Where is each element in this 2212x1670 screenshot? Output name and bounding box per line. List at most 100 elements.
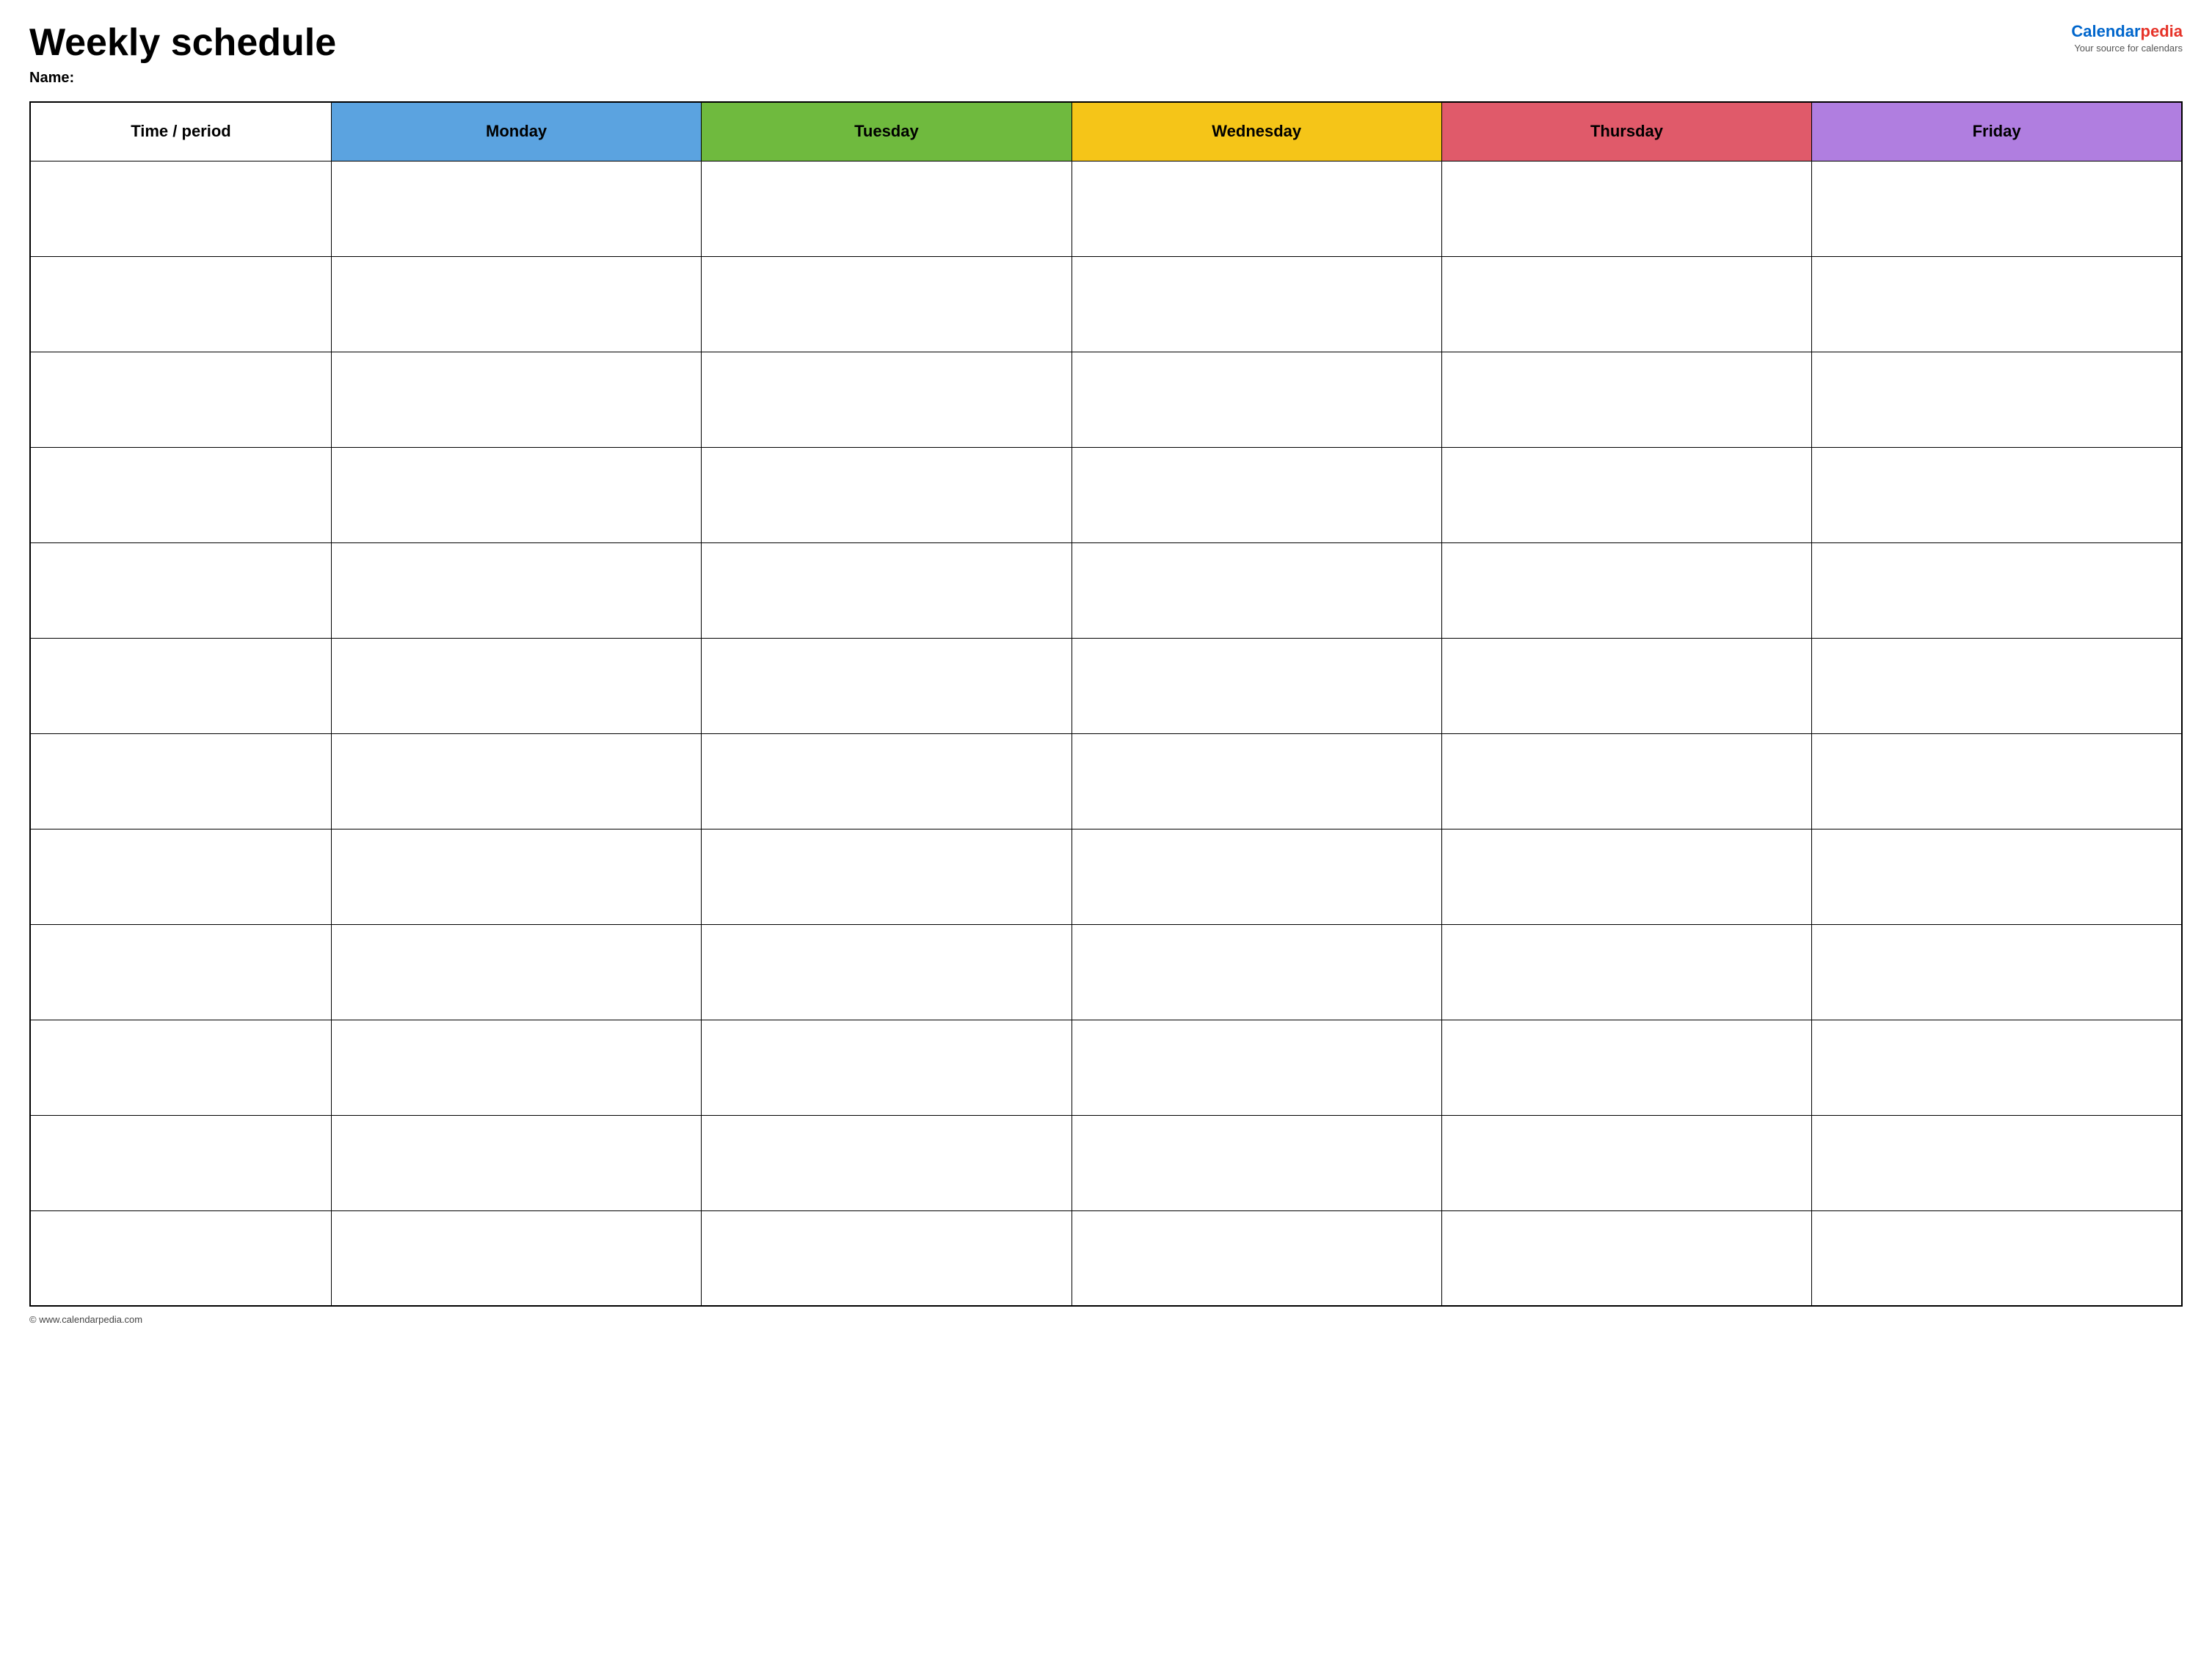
time-cell[interactable] bbox=[30, 829, 331, 924]
table-row bbox=[30, 1020, 2182, 1115]
schedule-cell[interactable] bbox=[1072, 733, 1441, 829]
copyright-text: © www.calendarpedia.com bbox=[29, 1314, 142, 1325]
schedule-cell[interactable] bbox=[1441, 1210, 1811, 1306]
time-cell[interactable] bbox=[30, 542, 331, 638]
schedule-cell[interactable] bbox=[331, 1115, 701, 1210]
table-row bbox=[30, 638, 2182, 733]
schedule-cell[interactable] bbox=[1072, 1210, 1441, 1306]
schedule-cell[interactable] bbox=[1441, 542, 1811, 638]
schedule-cell[interactable] bbox=[702, 638, 1072, 733]
time-cell[interactable] bbox=[30, 924, 331, 1020]
schedule-cell[interactable] bbox=[1812, 542, 2182, 638]
schedule-cell[interactable] bbox=[331, 161, 701, 256]
col-header-friday: Friday bbox=[1812, 102, 2182, 161]
schedule-cell[interactable] bbox=[702, 161, 1072, 256]
schedule-cell[interactable] bbox=[1441, 638, 1811, 733]
schedule-cell[interactable] bbox=[702, 447, 1072, 542]
schedule-cell[interactable] bbox=[1812, 447, 2182, 542]
schedule-cell[interactable] bbox=[1072, 829, 1441, 924]
schedule-cell[interactable] bbox=[1812, 352, 2182, 447]
schedule-cell[interactable] bbox=[331, 1210, 701, 1306]
schedule-cell[interactable] bbox=[331, 829, 701, 924]
table-row bbox=[30, 924, 2182, 1020]
table-row bbox=[30, 1210, 2182, 1306]
schedule-cell[interactable] bbox=[1441, 447, 1811, 542]
time-cell[interactable] bbox=[30, 638, 331, 733]
logo-subtitle: Your source for calendars bbox=[2074, 43, 2183, 54]
schedule-cell[interactable] bbox=[1072, 1020, 1441, 1115]
page-header: Weekly schedule Name: Calendarpedia Your… bbox=[29, 22, 2183, 87]
schedule-cell[interactable] bbox=[1072, 256, 1441, 352]
schedule-cell[interactable] bbox=[1441, 161, 1811, 256]
footer: © www.calendarpedia.com bbox=[29, 1314, 2183, 1325]
time-cell[interactable] bbox=[30, 161, 331, 256]
schedule-cell[interactable] bbox=[1441, 1020, 1811, 1115]
table-row bbox=[30, 447, 2182, 542]
schedule-cell[interactable] bbox=[1441, 256, 1811, 352]
logo-calendar: Calendar bbox=[2071, 22, 2140, 40]
schedule-cell[interactable] bbox=[702, 1210, 1072, 1306]
name-label: Name: bbox=[29, 70, 336, 87]
schedule-cell[interactable] bbox=[1441, 352, 1811, 447]
schedule-cell[interactable] bbox=[331, 447, 701, 542]
schedule-cell[interactable] bbox=[331, 733, 701, 829]
schedule-cell[interactable] bbox=[1812, 829, 2182, 924]
col-header-tuesday: Tuesday bbox=[702, 102, 1072, 161]
schedule-cell[interactable] bbox=[702, 542, 1072, 638]
table-row bbox=[30, 352, 2182, 447]
logo-pedia: pedia bbox=[2141, 22, 2183, 40]
col-header-wednesday: Wednesday bbox=[1072, 102, 1441, 161]
schedule-cell[interactable] bbox=[331, 352, 701, 447]
time-cell[interactable] bbox=[30, 256, 331, 352]
schedule-cell[interactable] bbox=[1072, 1115, 1441, 1210]
schedule-cell[interactable] bbox=[702, 1115, 1072, 1210]
schedule-cell[interactable] bbox=[1072, 447, 1441, 542]
schedule-cell[interactable] bbox=[702, 733, 1072, 829]
schedule-cell[interactable] bbox=[331, 542, 701, 638]
schedule-cell[interactable] bbox=[1812, 256, 2182, 352]
schedule-cell[interactable] bbox=[1812, 1210, 2182, 1306]
time-cell[interactable] bbox=[30, 352, 331, 447]
schedule-cell[interactable] bbox=[1441, 829, 1811, 924]
col-header-monday: Monday bbox=[331, 102, 701, 161]
time-cell[interactable] bbox=[30, 1020, 331, 1115]
time-cell[interactable] bbox=[30, 733, 331, 829]
schedule-cell[interactable] bbox=[1072, 352, 1441, 447]
logo-section: Calendarpedia Your source for calendars bbox=[2071, 22, 2183, 54]
title-section: Weekly schedule Name: bbox=[29, 22, 336, 87]
schedule-cell[interactable] bbox=[1441, 1115, 1811, 1210]
schedule-cell[interactable] bbox=[702, 1020, 1072, 1115]
schedule-cell[interactable] bbox=[331, 638, 701, 733]
table-row bbox=[30, 256, 2182, 352]
schedule-cell[interactable] bbox=[1441, 733, 1811, 829]
schedule-cell[interactable] bbox=[1072, 638, 1441, 733]
schedule-cell[interactable] bbox=[702, 829, 1072, 924]
col-header-thursday: Thursday bbox=[1441, 102, 1811, 161]
schedule-cell[interactable] bbox=[1812, 924, 2182, 1020]
time-cell[interactable] bbox=[30, 447, 331, 542]
time-cell[interactable] bbox=[30, 1210, 331, 1306]
schedule-cell[interactable] bbox=[1812, 1020, 2182, 1115]
schedule-cell[interactable] bbox=[1812, 161, 2182, 256]
schedule-cell[interactable] bbox=[1072, 161, 1441, 256]
schedule-cell[interactable] bbox=[1072, 924, 1441, 1020]
schedule-cell[interactable] bbox=[702, 352, 1072, 447]
time-cell[interactable] bbox=[30, 1115, 331, 1210]
table-row bbox=[30, 1115, 2182, 1210]
schedule-table: Time / period Monday Tuesday Wednesday T… bbox=[29, 101, 2183, 1307]
table-row bbox=[30, 733, 2182, 829]
schedule-cell[interactable] bbox=[1812, 733, 2182, 829]
schedule-cell[interactable] bbox=[702, 924, 1072, 1020]
schedule-cell[interactable] bbox=[1812, 638, 2182, 733]
schedule-cell[interactable] bbox=[331, 1020, 701, 1115]
schedule-cell[interactable] bbox=[1812, 1115, 2182, 1210]
schedule-cell[interactable] bbox=[702, 256, 1072, 352]
table-row bbox=[30, 829, 2182, 924]
table-row bbox=[30, 542, 2182, 638]
schedule-cell[interactable] bbox=[1441, 924, 1811, 1020]
logo-text: Calendarpedia bbox=[2071, 22, 2183, 41]
schedule-cell[interactable] bbox=[1072, 542, 1441, 638]
schedule-cell[interactable] bbox=[331, 924, 701, 1020]
schedule-cell[interactable] bbox=[331, 256, 701, 352]
table-row bbox=[30, 161, 2182, 256]
